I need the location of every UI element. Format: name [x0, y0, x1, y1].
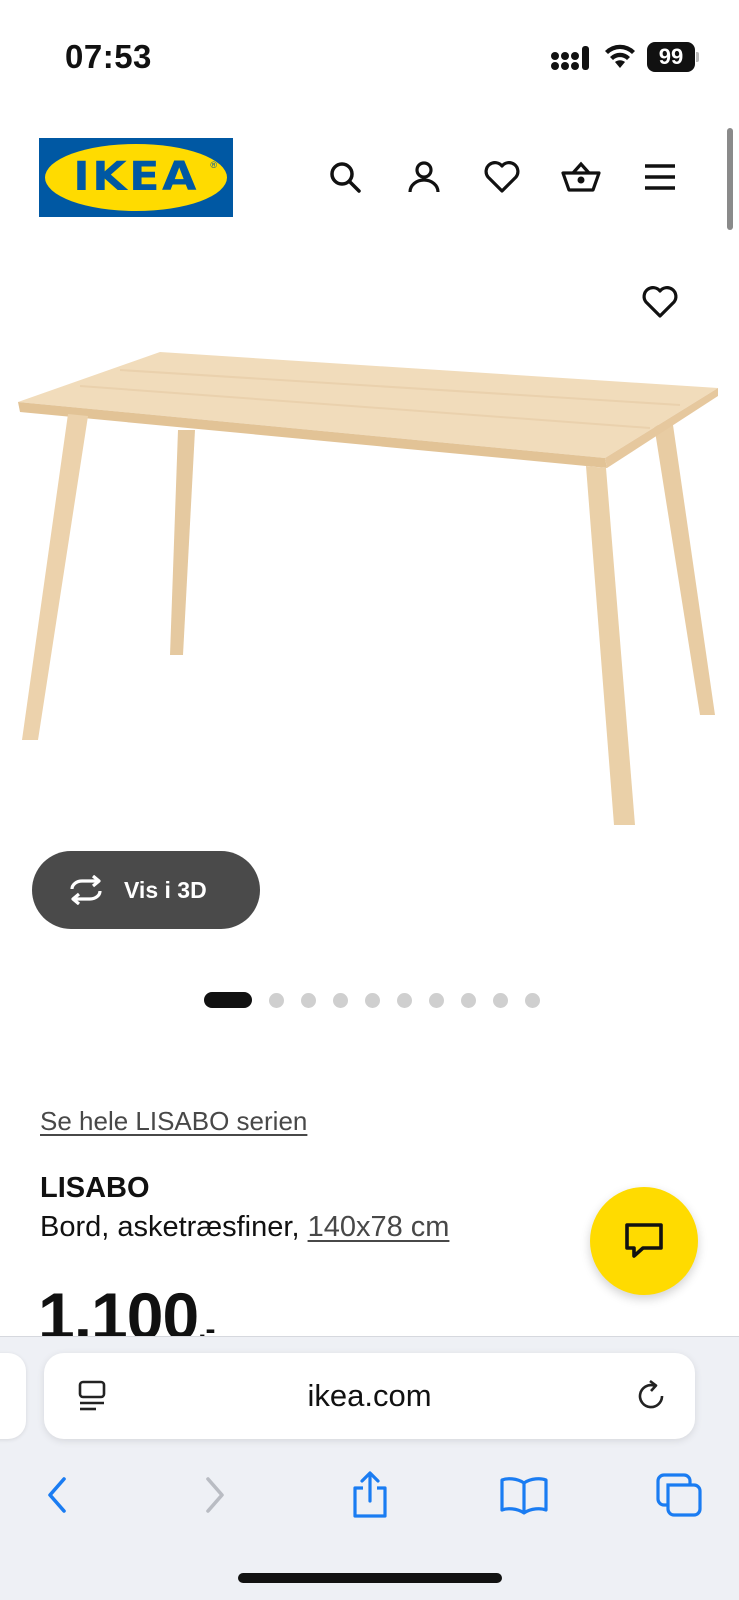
product-name: LISABO [40, 1172, 150, 1204]
view-in-3d-label: Vis i 3D [124, 876, 207, 903]
account-icon[interactable] [400, 153, 448, 201]
menu-icon[interactable] [636, 153, 684, 201]
product-description-text: Bord, asketræsfiner, [40, 1211, 308, 1243]
product-description: Bord, asketræsfiner, 140x78 cm [40, 1211, 449, 1244]
ikea-logo[interactable]: IKEA ® [39, 138, 233, 217]
pagination-dot[interactable] [525, 992, 540, 1008]
add-to-favourites-icon[interactable] [636, 278, 684, 326]
previous-tab-preview[interactable] [0, 1353, 26, 1439]
view-in-3d-button[interactable]: Vis i 3D [32, 851, 260, 929]
tabs-icon[interactable] [652, 1468, 706, 1522]
logo-registered-mark: ® [210, 160, 217, 170]
logo-text: IKEA [73, 154, 199, 200]
share-icon[interactable] [343, 1468, 397, 1522]
pagination-dot[interactable] [397, 992, 412, 1008]
home-indicator[interactable] [238, 1573, 502, 1583]
url-text: ikea.com [307, 1378, 432, 1413]
signal-icon [551, 44, 591, 77]
image-pagination-dots[interactable] [204, 991, 557, 1009]
forward-icon[interactable] [188, 1468, 242, 1522]
pagination-dot[interactable] [301, 992, 316, 1008]
heart-icon[interactable] [478, 153, 526, 201]
product-image-table[interactable] [0, 330, 739, 850]
pagination-dot[interactable] [429, 992, 444, 1008]
product-size-link[interactable]: 140x78 cm [308, 1211, 450, 1243]
wifi-icon [603, 42, 637, 75]
chat-icon [625, 1223, 663, 1258]
pagination-dot[interactable] [269, 992, 284, 1008]
series-link[interactable]: Se hele LISABO serien [40, 1106, 307, 1137]
reload-icon[interactable] [634, 1378, 670, 1419]
pagination-dot[interactable] [493, 992, 508, 1008]
search-icon[interactable] [321, 153, 369, 201]
rotate-3d-icon [70, 875, 102, 905]
status-bar: 07:53 99 [0, 0, 739, 115]
status-time: 07:53 [65, 38, 152, 75]
battery-icon: 99 [647, 42, 699, 72]
pagination-dot[interactable] [461, 992, 476, 1008]
pagination-dot[interactable] [333, 992, 348, 1008]
back-icon[interactable] [30, 1468, 84, 1522]
bookmarks-icon[interactable] [497, 1468, 551, 1522]
pagination-dot[interactable] [365, 992, 380, 1008]
battery-tip [696, 52, 699, 62]
chat-button[interactable] [590, 1187, 698, 1295]
battery-level: 99 [647, 42, 695, 72]
basket-icon[interactable] [557, 153, 605, 201]
pagination-dot-active[interactable] [204, 992, 252, 1008]
scroll-indicator[interactable] [727, 128, 733, 230]
address-bar[interactable]: ikea.com [44, 1353, 695, 1439]
